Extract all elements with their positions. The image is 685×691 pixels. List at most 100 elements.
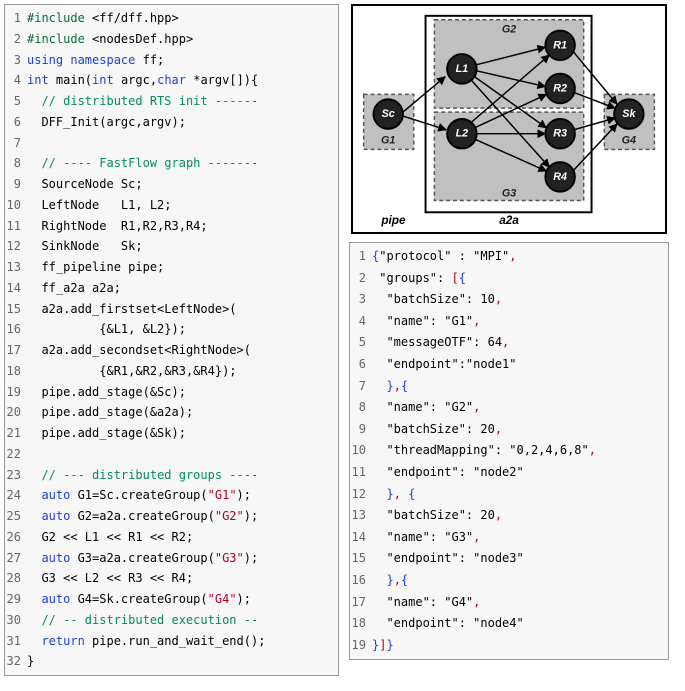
line-number: 15 <box>5 299 27 320</box>
code-text: auto G1=Sc.createGroup("G1"); <box>27 485 335 506</box>
line-number: 29 <box>5 589 27 610</box>
code-line: 10 "threadMapping": "0,2,4,6,8", <box>350 440 665 462</box>
fastflow-graph-diagram: G1 Sc G2 L1 R1 R2 G3 L2 R3 R4 G4 <box>351 4 667 234</box>
code-line: 20 pipe.add_stage(&a2a); <box>5 402 335 423</box>
code-line: 12 }, { <box>350 484 665 506</box>
code-text: "name": "G3", <box>372 527 665 549</box>
cpp-code-panel: 1#include <ff/dff.hpp>2#include <nodesDe… <box>4 4 339 676</box>
code-text: "name": "G4", <box>372 592 665 614</box>
code-text: ff_pipeline pipe; <box>27 257 335 278</box>
code-line: 14 "name": "G3", <box>350 527 665 549</box>
line-number: 14 <box>350 527 372 549</box>
label-g4: G4 <box>622 135 636 147</box>
code-line: 23 // --- distributed groups ---- <box>5 465 335 486</box>
node-l2: L2 <box>456 128 469 140</box>
line-number: 17 <box>5 340 27 361</box>
code-line: 10 LeftNode L1, L2; <box>5 195 335 216</box>
code-line: 30 // -- distributed execution -- <box>5 610 335 631</box>
code-line: 32} <box>5 651 335 672</box>
code-text: auto G3=a2a.createGroup("G3"); <box>27 548 335 569</box>
code-line: 5 "messageOTF": 64, <box>350 332 665 354</box>
line-number: 30 <box>5 610 27 631</box>
code-line: 3using namespace ff; <box>5 50 335 71</box>
line-number: 4 <box>350 311 372 333</box>
code-line: 18 "endpoint": "node4" <box>350 613 665 635</box>
node-r1: R1 <box>553 39 567 51</box>
node-l1: L1 <box>456 63 469 75</box>
code-text: "batchSize": 20, <box>372 505 665 527</box>
line-number: 7 <box>5 133 27 154</box>
code-text: DFF_Init(argc,argv); <box>27 112 335 133</box>
code-line: 1{"protocol" : "MPI", <box>350 246 665 268</box>
line-number: 7 <box>350 376 372 398</box>
code-text: {&R1,&R2,&R3,&R4}); <box>27 361 335 382</box>
code-line: 9 SourceNode Sc; <box>5 174 335 195</box>
code-line: 14 ff_a2a a2a; <box>5 278 335 299</box>
label-pipe: pipe <box>380 214 406 227</box>
code-text: // --- distributed groups ---- <box>27 465 335 486</box>
line-number: 20 <box>5 402 27 423</box>
code-line: 8 "name": "G2", <box>350 397 665 419</box>
code-line: 16 {&L1, &L2}); <box>5 319 335 340</box>
code-text: pipe.add_stage(&Sc); <box>27 382 335 403</box>
code-text <box>27 444 335 465</box>
label-a2a: a2a <box>499 214 519 227</box>
json-config-panel: 1{"protocol" : "MPI",2 "groups": [{3 "ba… <box>349 242 669 660</box>
code-line: 11 RightNode R1,R2,R3,R4; <box>5 216 335 237</box>
code-line: 2#include <nodesDef.hpp> <box>5 29 335 50</box>
line-number: 13 <box>5 257 27 278</box>
line-number: 10 <box>350 440 372 462</box>
code-text: "endpoint": "node3" <box>372 548 665 570</box>
line-number: 18 <box>350 613 372 635</box>
code-text: ff_a2a a2a; <box>27 278 335 299</box>
line-number: 31 <box>5 631 27 652</box>
code-line: 6 "endpoint":"node1" <box>350 354 665 376</box>
line-number: 23 <box>5 465 27 486</box>
code-line: 3 "batchSize": 10, <box>350 289 665 311</box>
code-text: return pipe.run_and_wait_end(); <box>27 631 335 652</box>
code-text: #include <ff/dff.hpp> <box>27 8 335 29</box>
code-line: 15 "endpoint": "node3" <box>350 548 665 570</box>
code-text: "endpoint":"node1" <box>372 354 665 376</box>
code-text: G3 << L2 << R3 << R4; <box>27 568 335 589</box>
code-text: {"protocol" : "MPI", <box>372 246 665 268</box>
line-number: 19 <box>350 635 372 657</box>
line-number: 9 <box>350 419 372 441</box>
line-number: 5 <box>350 332 372 354</box>
code-text: G2 << L1 << R1 << R2; <box>27 527 335 548</box>
line-number: 4 <box>5 70 27 91</box>
line-number: 8 <box>350 397 372 419</box>
code-line: 19}]} <box>350 635 665 657</box>
code-text: SinkNode Sk; <box>27 236 335 257</box>
code-text: "threadMapping": "0,2,4,6,8", <box>372 440 665 462</box>
code-text: "batchSize": 10, <box>372 289 665 311</box>
line-number: 5 <box>5 91 27 112</box>
code-line: 7 },{ <box>350 376 665 398</box>
node-r3: R3 <box>553 128 567 140</box>
code-text: "messageOTF": 64, <box>372 332 665 354</box>
label-g2: G2 <box>502 24 516 36</box>
code-text: int main(int argc,char *argv[]){ <box>27 70 335 91</box>
code-text: a2a.add_firstset<LeftNode>( <box>27 299 335 320</box>
code-line: 25 auto G2=a2a.createGroup("G2"); <box>5 506 335 527</box>
code-line: 2 "groups": [{ <box>350 268 665 290</box>
line-number: 22 <box>5 444 27 465</box>
code-text: RightNode R1,R2,R3,R4; <box>27 216 335 237</box>
code-line: 21 pipe.add_stage(&Sk); <box>5 423 335 444</box>
line-number: 32 <box>5 651 27 672</box>
code-text: auto G4=Sk.createGroup("G4"); <box>27 589 335 610</box>
code-text: {&L1, &L2}); <box>27 319 335 340</box>
line-number: 27 <box>5 548 27 569</box>
line-number: 21 <box>5 423 27 444</box>
code-text: }, { <box>372 484 665 506</box>
code-line: 17 a2a.add_secondset<RightNode>( <box>5 340 335 361</box>
code-text: SourceNode Sc; <box>27 174 335 195</box>
code-line: 24 auto G1=Sc.createGroup("G1"); <box>5 485 335 506</box>
code-line: 17 "name": "G4", <box>350 592 665 614</box>
line-number: 28 <box>5 568 27 589</box>
code-line: 6 DFF_Init(argc,argv); <box>5 112 335 133</box>
code-line: 13 ff_pipeline pipe; <box>5 257 335 278</box>
line-number: 2 <box>5 29 27 50</box>
line-number: 3 <box>5 50 27 71</box>
line-number: 6 <box>5 112 27 133</box>
